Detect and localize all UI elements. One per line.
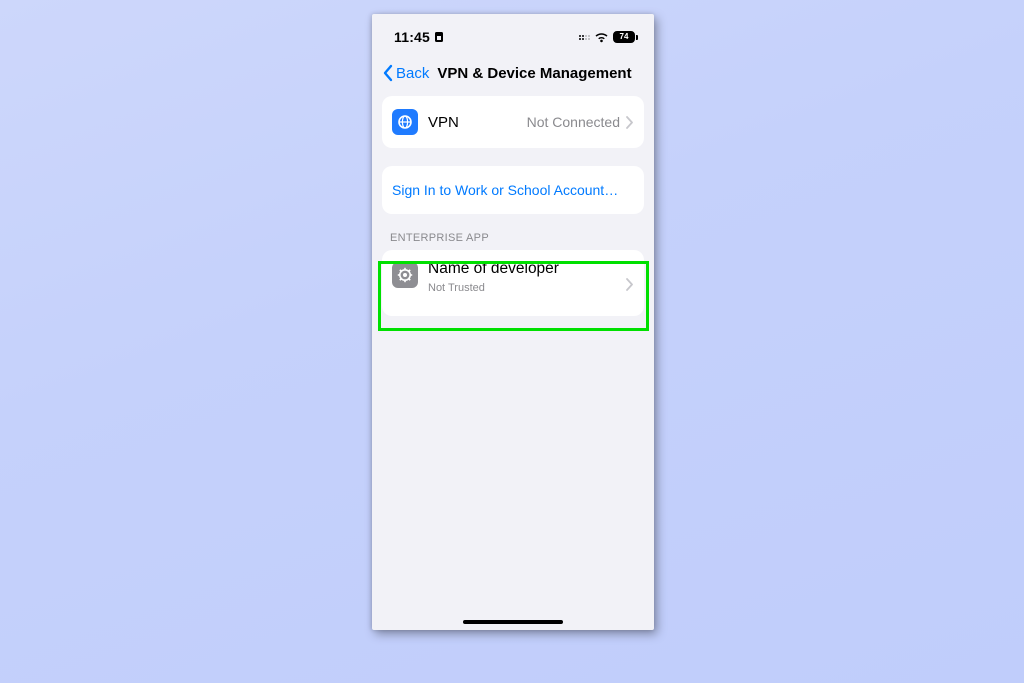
wifi-icon [594, 32, 609, 43]
enterprise-group: ENTERPRISE APP [382, 232, 644, 316]
developer-name: Name of developer [428, 260, 559, 278]
vpn-label: VPN [428, 114, 459, 131]
gear-icon [392, 262, 418, 288]
back-label: Back [396, 65, 429, 82]
vpn-group: VPN Not Connected [382, 96, 644, 148]
status-right: 74 [579, 31, 638, 43]
chevron-right-icon [626, 116, 634, 129]
trust-status: Not Trusted [428, 282, 485, 294]
enterprise-card: Name of developer Not Trusted [382, 250, 644, 316]
home-indicator[interactable] [463, 620, 563, 624]
chevron-right-icon [626, 278, 634, 291]
page-title: VPN & Device Management [437, 65, 631, 82]
status-time: 11:45 [394, 29, 430, 45]
sim-icon [434, 31, 444, 43]
vpn-card: VPN Not Connected [382, 96, 644, 148]
signin-card: Sign In to Work or School Account… [382, 166, 644, 214]
battery-indicator: 74 [613, 31, 638, 43]
phone-frame: 11:45 74 [372, 14, 654, 630]
back-button[interactable]: Back [380, 62, 431, 84]
signin-label: Sign In to Work or School Account… [392, 180, 618, 200]
status-bar: 11:45 74 [372, 14, 654, 52]
developer-row[interactable]: Name of developer Not Trusted [382, 250, 644, 316]
battery-percent: 74 [620, 33, 629, 41]
vpn-row[interactable]: VPN Not Connected [382, 96, 644, 148]
vpn-status: Not Connected [527, 114, 620, 130]
nav-bar: Back VPN & Device Management [372, 58, 654, 96]
enterprise-section-header: ENTERPRISE APP [382, 232, 644, 250]
vpn-icon [392, 109, 418, 135]
signin-group: Sign In to Work or School Account… [382, 166, 644, 214]
dual-sim-icon [579, 35, 590, 40]
signin-row[interactable]: Sign In to Work or School Account… [382, 166, 644, 214]
status-left: 11:45 [394, 29, 444, 45]
